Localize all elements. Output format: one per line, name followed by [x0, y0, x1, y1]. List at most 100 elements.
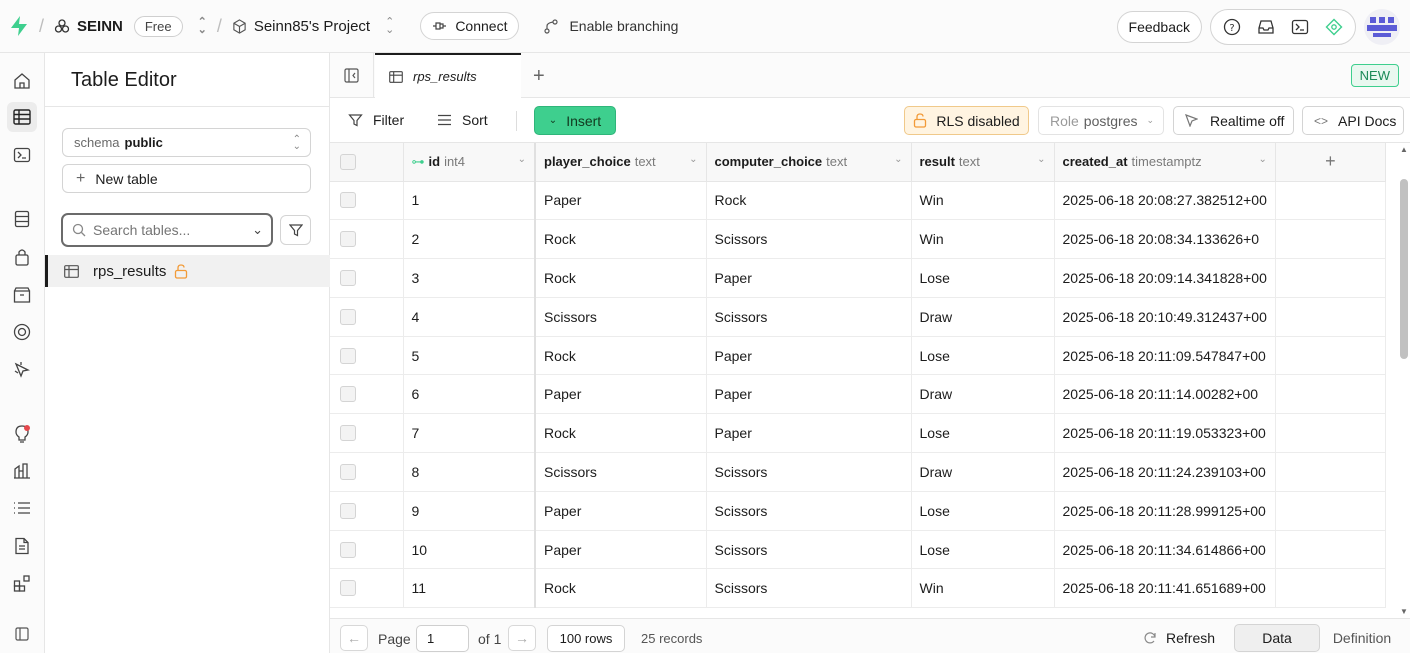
- previous-page-button[interactable]: ←: [340, 625, 368, 651]
- search-input[interactable]: [93, 222, 233, 238]
- cell-result[interactable]: Lose: [911, 336, 1055, 376]
- table-editor-icon[interactable]: [7, 102, 37, 132]
- cell-id[interactable]: 11: [403, 568, 536, 609]
- filter-button[interactable]: Filter: [348, 112, 404, 128]
- tab-rps-results[interactable]: rps_results: [375, 53, 521, 98]
- cell-result[interactable]: Win: [911, 181, 1055, 221]
- search-tables-field[interactable]: ⌄: [61, 213, 273, 247]
- feedback-button[interactable]: Feedback: [1116, 11, 1202, 43]
- cell-id[interactable]: 8: [403, 452, 536, 492]
- row-checkbox[interactable]: [340, 347, 356, 364]
- page-number-input[interactable]: 1: [416, 625, 469, 652]
- cell-result[interactable]: Win: [911, 219, 1055, 260]
- cell-computer-choice[interactable]: Scissors: [706, 297, 912, 337]
- chevron-down-icon[interactable]: ⌄: [1037, 154, 1045, 165]
- cell-result[interactable]: Lose: [911, 413, 1055, 454]
- cell-id[interactable]: 4: [403, 297, 536, 337]
- cell-player-choice[interactable]: Paper: [535, 491, 707, 531]
- table-row[interactable]: 9 Paper Scissors Lose 2025-06-18 20:11:28.99…: [330, 491, 1386, 531]
- refresh-button[interactable]: Refresh: [1143, 630, 1215, 646]
- add-tab-icon[interactable]: +: [533, 65, 545, 88]
- table-row[interactable]: 7 Rock Paper Lose 2025-06-18 20:11:19.053323…: [330, 413, 1386, 454]
- cell-id[interactable]: 6: [403, 374, 536, 415]
- sql-editor-icon[interactable]: [7, 140, 37, 170]
- cell-result[interactable]: Draw: [911, 297, 1055, 337]
- cell-created-at[interactable]: 2025-06-18 20:10:49.312437+00: [1054, 297, 1276, 337]
- schema-selector[interactable]: schema public ⌃ ⌄: [62, 128, 311, 157]
- cell-computer-choice[interactable]: Scissors: [706, 491, 912, 531]
- row-checkbox[interactable]: [340, 463, 356, 480]
- cell-player-choice[interactable]: Paper: [535, 181, 707, 221]
- cell-created-at[interactable]: 2025-06-18 20:11:24.239103+00: [1054, 452, 1276, 492]
- table-row[interactable]: 5 Rock Paper Lose 2025-06-18 20:11:09.547847…: [330, 336, 1386, 376]
- table-row[interactable]: 6 Paper Paper Draw 2025-06-18 20:11:14.00282…: [330, 374, 1386, 415]
- data-view-tab[interactable]: Data: [1234, 624, 1320, 652]
- row-checkbox[interactable]: [340, 192, 356, 209]
- org-selector[interactable]: SEINN Free ⌃ ⌄: [54, 15, 207, 37]
- cell-computer-choice[interactable]: Paper: [706, 258, 912, 298]
- cell-result[interactable]: Lose: [911, 491, 1055, 531]
- table-row[interactable]: 3 Rock Paper Lose 2025-06-18 20:09:14.341828…: [330, 258, 1386, 298]
- chevron-updown-icon[interactable]: ⌃ ⌄: [198, 17, 207, 36]
- cell-id[interactable]: 1: [403, 181, 536, 221]
- cell-created-at[interactable]: 2025-06-18 20:11:28.999125+00: [1054, 491, 1276, 531]
- chevron-updown-icon[interactable]: ⌃ ⌄: [385, 17, 394, 36]
- edge-functions-icon[interactable]: [7, 355, 37, 385]
- vertical-scrollbar[interactable]: ▲ ▼: [1398, 143, 1410, 618]
- sidebar-toggle-icon[interactable]: [7, 619, 37, 649]
- storage-icon[interactable]: [7, 280, 37, 310]
- chevron-down-icon[interactable]: ⌄: [894, 154, 902, 165]
- cell-result[interactable]: Lose: [911, 258, 1055, 298]
- cell-player-choice[interactable]: Rock: [535, 219, 707, 260]
- column-header-result[interactable]: result text ⌄: [911, 143, 1055, 182]
- cell-player-choice[interactable]: Rock: [535, 336, 707, 376]
- cell-created-at[interactable]: 2025-06-18 20:09:14.341828+00: [1054, 258, 1276, 298]
- cell-id[interactable]: 3: [403, 258, 536, 298]
- authentication-icon[interactable]: [7, 242, 37, 272]
- chevron-down-icon[interactable]: ⌄: [689, 154, 697, 165]
- cell-result[interactable]: Draw: [911, 374, 1055, 415]
- cell-id[interactable]: 9: [403, 491, 536, 531]
- column-header-created-at[interactable]: created_at timestamptz ⌄: [1054, 143, 1276, 182]
- assistant-icon[interactable]: [1319, 13, 1349, 41]
- cell-computer-choice[interactable]: Paper: [706, 336, 912, 376]
- cell-created-at[interactable]: 2025-06-18 20:11:14.00282+00: [1054, 374, 1276, 415]
- sort-button[interactable]: Sort: [437, 112, 488, 128]
- cell-created-at[interactable]: 2025-06-18 20:11:34.614866+00: [1054, 530, 1276, 570]
- avatar[interactable]: [1364, 9, 1400, 45]
- next-page-button[interactable]: →: [508, 625, 536, 651]
- cell-created-at[interactable]: 2025-06-18 20:11:41.651689+00: [1054, 568, 1276, 609]
- table-row[interactable]: 11 Rock Scissors Win 2025-06-18 20:11:41.651…: [330, 568, 1386, 609]
- chevrons-down-icon[interactable]: ⌄: [252, 222, 263, 238]
- filter-tables-button[interactable]: [280, 215, 311, 245]
- table-row[interactable]: 2 Rock Scissors Win 2025-06-18 20:08:34.1336…: [330, 219, 1386, 260]
- help-icon[interactable]: ?: [1217, 13, 1247, 41]
- cell-computer-choice[interactable]: Scissors: [706, 568, 912, 609]
- table-row[interactable]: 1 Paper Rock Win 2025-06-18 20:08:27.382512+…: [330, 181, 1386, 221]
- row-checkbox[interactable]: [340, 231, 356, 248]
- table-row[interactable]: 8 Scissors Scissors Draw 2025-06-18 20:11:24…: [330, 452, 1386, 492]
- api-docs-icon[interactable]: [7, 531, 37, 561]
- collapse-panel-button[interactable]: [330, 53, 374, 98]
- connect-button[interactable]: Connect: [420, 12, 520, 40]
- logs-icon[interactable]: [7, 493, 37, 523]
- column-header-id[interactable]: ⊶ id int4 ⌄: [403, 143, 536, 182]
- chevron-down-icon[interactable]: ⌄: [518, 154, 526, 165]
- cell-player-choice[interactable]: Paper: [535, 374, 707, 415]
- terminal-icon[interactable]: [1285, 13, 1315, 41]
- scrollbar-thumb[interactable]: [1400, 179, 1408, 359]
- cell-result[interactable]: Lose: [911, 530, 1055, 570]
- cell-created-at[interactable]: 2025-06-18 20:11:19.053323+00: [1054, 413, 1276, 454]
- add-column-button[interactable]: +: [1275, 143, 1386, 182]
- new-table-button[interactable]: + New table: [62, 164, 311, 193]
- enable-branching-button[interactable]: Enable branching: [543, 18, 678, 34]
- table-row[interactable]: 4 Scissors Scissors Draw 2025-06-18 20:10:49…: [330, 297, 1386, 337]
- cell-created-at[interactable]: 2025-06-18 20:08:34.133626+0: [1054, 219, 1276, 260]
- cell-player-choice[interactable]: Rock: [535, 258, 707, 298]
- row-checkbox[interactable]: [340, 269, 356, 286]
- select-all-checkbox[interactable]: [340, 153, 356, 170]
- row-checkbox[interactable]: [340, 502, 356, 519]
- cell-id[interactable]: 10: [403, 530, 536, 570]
- cell-player-choice[interactable]: Scissors: [535, 452, 707, 492]
- cell-created-at[interactable]: 2025-06-18 20:11:09.547847+00: [1054, 336, 1276, 376]
